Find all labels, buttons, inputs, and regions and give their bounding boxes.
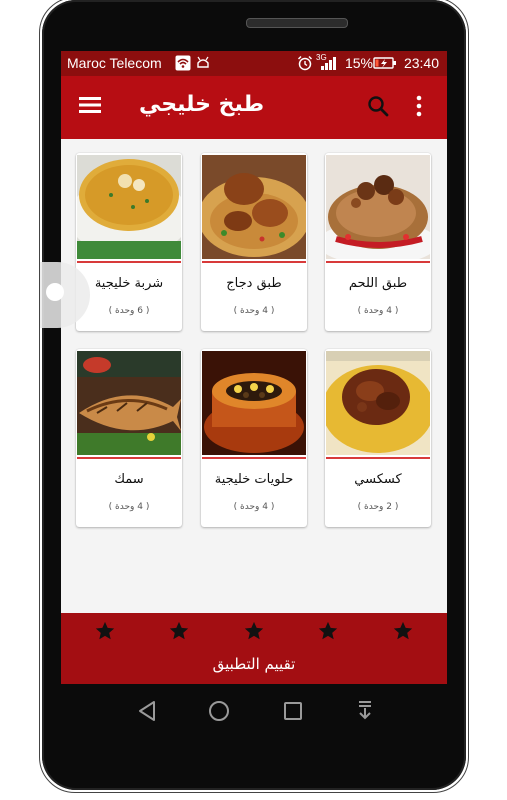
meat-rice-dish-image	[326, 155, 430, 259]
category-card-sweets[interactable]: حلويات خليجية ( 4 وحدة )	[201, 349, 307, 527]
card-divider	[77, 261, 181, 263]
category-name: شربة خليجية	[94, 276, 164, 291]
rate-app-bar[interactable]: تقييم التطبيق	[61, 613, 447, 684]
category-card-chicken[interactable]: طبق دجاج ( 4 وحدة )	[201, 153, 307, 331]
category-name: طبق دجاج	[226, 276, 282, 291]
app-bar: طبخ خليجي	[61, 76, 447, 139]
notification-pull-icon[interactable]	[355, 700, 375, 722]
battery-charging-icon	[373, 57, 396, 69]
home-icon[interactable]	[208, 700, 230, 722]
category-name: طبق اللحم	[348, 276, 408, 291]
star-icon[interactable]	[243, 620, 265, 642]
android-debug-icon	[197, 56, 209, 68]
category-count: ( 4 وحدة )	[108, 502, 150, 512]
carrier-name: Maroc Telecom	[67, 55, 162, 71]
battery-percent: 15%	[344, 55, 373, 71]
signal-icon	[321, 57, 336, 70]
soup-bowl-image	[77, 155, 181, 259]
category-name: كسكسي	[354, 472, 402, 487]
gulf-sweets-image	[202, 351, 306, 455]
recents-icon[interactable]	[283, 700, 303, 722]
chicken-rice-dish-image	[202, 155, 306, 259]
star-icon[interactable]	[392, 620, 414, 642]
category-card-fish[interactable]: سمك ( 4 وحدة )	[76, 349, 182, 527]
category-count: ( 2 وحدة )	[357, 502, 399, 512]
back-icon[interactable]	[137, 700, 157, 722]
clock: 23:40	[403, 55, 439, 71]
category-count: ( 6 وحدة )	[108, 306, 150, 316]
card-divider	[202, 457, 306, 459]
category-card-meat[interactable]: طبق اللحم ( 4 وحدة )	[325, 153, 431, 331]
menu-icon[interactable]	[79, 96, 101, 114]
category-grid: طبق اللحم ( 4 وحدة ) طبق دجاج ( 4 وحدة)…	[61, 139, 447, 613]
search-icon[interactable]	[367, 95, 389, 117]
app-title: طبخ خليجي	[139, 92, 265, 117]
card-divider	[77, 457, 181, 459]
category-count: ( 4 وحدة )	[233, 502, 275, 512]
star-icon[interactable]	[317, 620, 339, 642]
phone-speaker	[246, 18, 348, 28]
couscous-dish-image	[326, 351, 430, 455]
category-name: سمك	[114, 472, 144, 487]
rate-app-label: تقييم التطبيق	[212, 655, 296, 673]
category-card-soup[interactable]: شربة خليجية ( 6 وحدة )	[76, 153, 182, 331]
grilled-fish-image	[77, 351, 181, 455]
category-name: حلويات خليجية	[214, 472, 294, 487]
category-count: ( 4 وحدة )	[233, 306, 275, 316]
card-divider	[326, 457, 430, 459]
alarm-icon	[297, 55, 313, 71]
card-divider	[326, 261, 430, 263]
star-icon[interactable]	[168, 620, 190, 642]
category-card-couscous[interactable]: كسكسي ( 2 وحدة )	[325, 349, 431, 527]
status-bar: Maroc Telecom 3G 15% 23:40	[61, 51, 447, 76]
app-screen: Maroc Telecom 3G 15% 23:40 طبخ خليجي طبق…	[61, 51, 447, 684]
more-vert-icon[interactable]	[415, 95, 423, 117]
star-icon[interactable]	[94, 620, 116, 642]
hotspot-icon	[175, 55, 191, 71]
card-divider	[202, 261, 306, 263]
category-count: ( 4 وحدة )	[357, 306, 399, 316]
